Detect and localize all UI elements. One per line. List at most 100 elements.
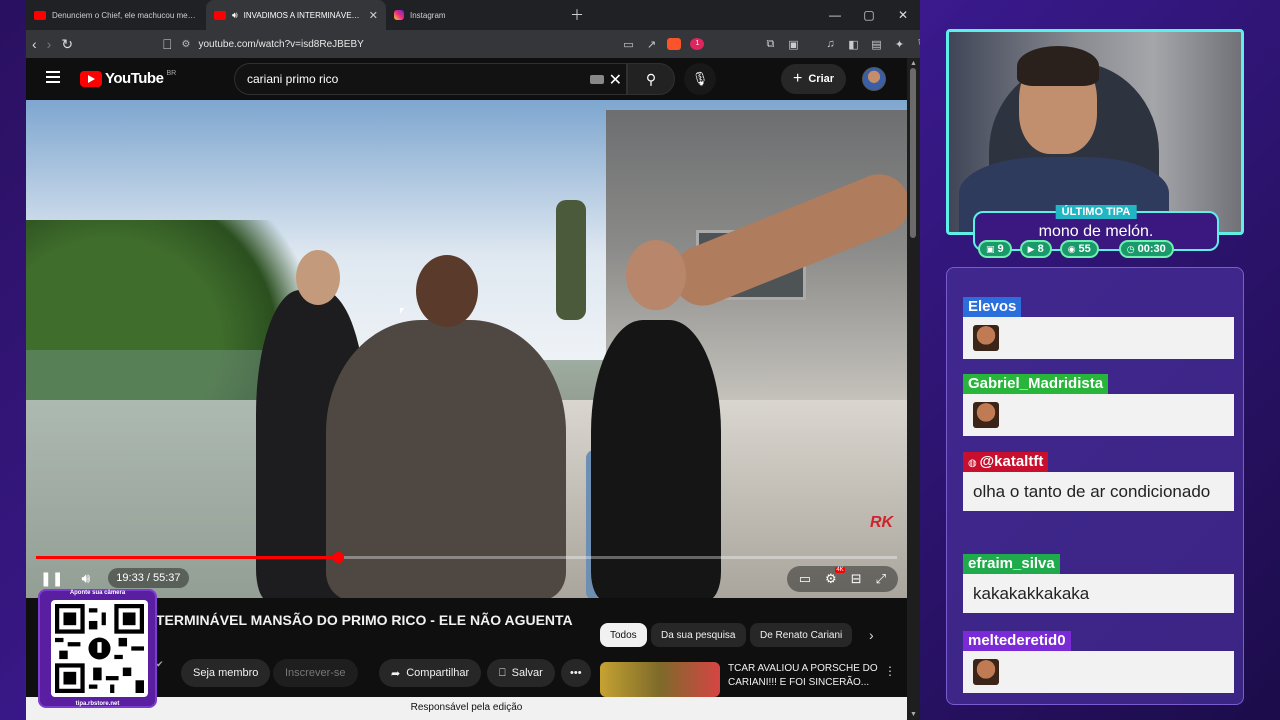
more-actions-button[interactable]: •••: [561, 659, 591, 687]
plus-icon: +: [793, 70, 803, 87]
player-controls-right: ▭ ⚙ 4K ⊟ ⤢: [786, 566, 898, 592]
theater-mode-icon[interactable]: ⊟: [851, 571, 862, 587]
chat-bubble: [963, 394, 1234, 436]
chip-from-search[interactable]: Da sua pesquisa: [651, 623, 746, 647]
stat-uptime: ◷ 00:30: [1118, 240, 1174, 258]
youtube-play-logo-icon: [80, 70, 102, 87]
fullscreen-icon[interactable]: ⤢: [876, 571, 886, 587]
video-glass-railing: [26, 350, 286, 598]
vpn-shield-icon[interactable]: ⛨: [915, 38, 920, 51]
chip-label: Todos: [610, 629, 637, 641]
video-info-area: TERMINÁVEL MANSÃO DO PRIMO RICO - ELE NÃ…: [26, 598, 907, 697]
site-info-icon[interactable]: ⚙: [181, 39, 190, 50]
save-button[interactable]: ⎕ Salvar: [487, 659, 555, 687]
progress-bar[interactable]: [36, 552, 897, 563]
video-person-background: [556, 200, 586, 320]
share-button[interactable]: ➦ Compartilhar: [379, 659, 482, 687]
stat-value: 9: [997, 243, 1004, 255]
tab-3[interactable]: Instagram: [386, 0, 566, 30]
emote-icon: [973, 325, 999, 351]
share-icon[interactable]: ↗: [644, 38, 658, 51]
music-icon[interactable]: ♫: [823, 38, 837, 50]
chat-bubble: kakakakkakaka: [963, 574, 1234, 613]
chip-all[interactable]: Todos: [600, 623, 647, 647]
clock-icon: ◷: [1126, 243, 1135, 254]
screenshot-icon[interactable]: ▣: [786, 38, 800, 51]
brave-shields-icon[interactable]: [667, 38, 682, 50]
voice-search-button[interactable]: 🎙︎: [684, 63, 716, 95]
settings-icon[interactable]: ⚙ 4K: [825, 567, 845, 587]
video-person-center-head: [416, 255, 478, 327]
search-button[interactable]: ⚲: [627, 63, 675, 95]
youtube-logo[interactable]: YouTube BR: [80, 70, 176, 87]
chat-username: efraim_silva: [963, 554, 1060, 574]
chip-from-channel[interactable]: De Renato Cariani: [750, 623, 853, 647]
stat-kick: ◉ 55: [1059, 240, 1099, 258]
new-tab-button[interactable]: ＋: [570, 5, 584, 25]
video-title: TERMINÁVEL MANSÃO DO PRIMO RICO - ELE NÃ…: [156, 612, 573, 628]
scroll-down-icon[interactable]: ▼: [910, 711, 917, 718]
chevron-right-icon[interactable]: ›: [869, 627, 874, 643]
progress-played: [36, 556, 339, 559]
more-icon: •••: [570, 667, 582, 679]
volume-icon[interactable]: 🔊︎: [81, 570, 90, 587]
recommendation-thumbnail[interactable]: [600, 662, 720, 697]
subscribe-button[interactable]: Inscrever-se: [273, 659, 358, 687]
quality-badge: 4K: [835, 567, 845, 573]
extensions-icon[interactable]: ⧉: [763, 38, 777, 51]
tab-1[interactable]: Denunciem o Chief, ele machucou meus sen: [26, 0, 206, 30]
close-window-icon[interactable]: ✕: [886, 0, 920, 30]
chat-username: Gabriel_Madridista: [963, 374, 1109, 394]
speaker-icon[interactable]: 🔊︎: [232, 10, 238, 21]
close-tab-icon[interactable]: ✕: [369, 9, 378, 22]
url-text[interactable]: youtube.com/watch?v=isd8ReJBEBY: [198, 39, 363, 50]
account-avatar[interactable]: [862, 67, 886, 91]
leo-ai-icon[interactable]: ✦: [892, 38, 906, 51]
emote-icon: [973, 402, 999, 428]
cast-icon[interactable]: ▭: [621, 38, 635, 51]
youtube-favicon-icon: [214, 10, 226, 20]
wallet-icon[interactable]: ▤: [869, 38, 883, 51]
video-player[interactable]: RK ❚❚ 🔊︎ 19:33 / 55:37 ▭ ⚙ 4K ⊟ ⤢: [26, 100, 907, 598]
share-label: Compartilhar: [406, 667, 470, 679]
last-tip-header: ÚLTIMO TIPA: [1055, 205, 1137, 219]
youtube-icon: ▶: [1027, 243, 1035, 254]
chip-label: Da sua pesquisa: [661, 629, 736, 641]
emote-icon: [973, 659, 999, 685]
maximize-icon[interactable]: ▢: [852, 0, 886, 30]
search-input[interactable]: cariani primo rico ✕: [234, 63, 627, 95]
hamburger-menu-icon[interactable]: [46, 71, 60, 86]
chat-bubble: [963, 651, 1234, 693]
create-label: Criar: [808, 73, 835, 85]
more-vertical-icon[interactable]: ⋮: [884, 664, 896, 678]
time-display: 19:33 / 55:37: [108, 568, 189, 588]
stream-stats: ▣ 9 ▶ 8 ◉ 55 ◷ 00:30: [978, 240, 1174, 258]
qr-code: [51, 600, 148, 697]
keyboard-icon[interactable]: [590, 75, 604, 84]
tab-title: Instagram: [410, 10, 446, 20]
subtitles-icon[interactable]: ▭: [799, 571, 811, 587]
forward-icon[interactable]: ›: [47, 36, 52, 52]
logo-wordmark: YouTube: [105, 70, 164, 87]
scrollbar-thumb[interactable]: [910, 68, 916, 238]
clear-search-icon[interactable]: ✕: [609, 70, 622, 90]
tab-2-active[interactable]: 🔊︎ INVADIMOS A INTERMINÁVEL MA ✕: [206, 0, 386, 30]
stat-youtube: ▶ 8: [1019, 240, 1052, 258]
sidebar-icon[interactable]: ◧: [846, 38, 860, 51]
brave-rewards-icon[interactable]: 1: [690, 38, 705, 50]
back-icon[interactable]: ‹: [32, 36, 37, 52]
recommendation-title[interactable]: TCAR AVALIOU A PORSCHE DO CARIANI!!! E F…: [728, 662, 878, 690]
reload-icon[interactable]: ↻: [61, 36, 73, 53]
scroll-up-icon[interactable]: ▲: [910, 60, 917, 67]
create-button[interactable]: + Criar: [781, 64, 847, 94]
url-field[interactable]: ⚙ youtube.com/watch?v=isd8ReJBEBY: [181, 39, 611, 50]
join-button[interactable]: Seja membro: [181, 659, 271, 687]
bookmark-icon[interactable]: ⎕: [163, 36, 171, 53]
page-scrollbar[interactable]: ▲ ▼: [907, 58, 920, 720]
join-label: Seja membro: [193, 667, 259, 679]
pause-icon[interactable]: ❚❚: [40, 570, 63, 587]
chat-username: ◍ @kataltft: [963, 452, 1049, 472]
search-query[interactable]: cariani primo rico: [247, 72, 338, 86]
player-controls-left: ❚❚ 🔊︎ 19:33 / 55:37: [40, 568, 189, 588]
minimize-icon[interactable]: —: [818, 0, 852, 30]
